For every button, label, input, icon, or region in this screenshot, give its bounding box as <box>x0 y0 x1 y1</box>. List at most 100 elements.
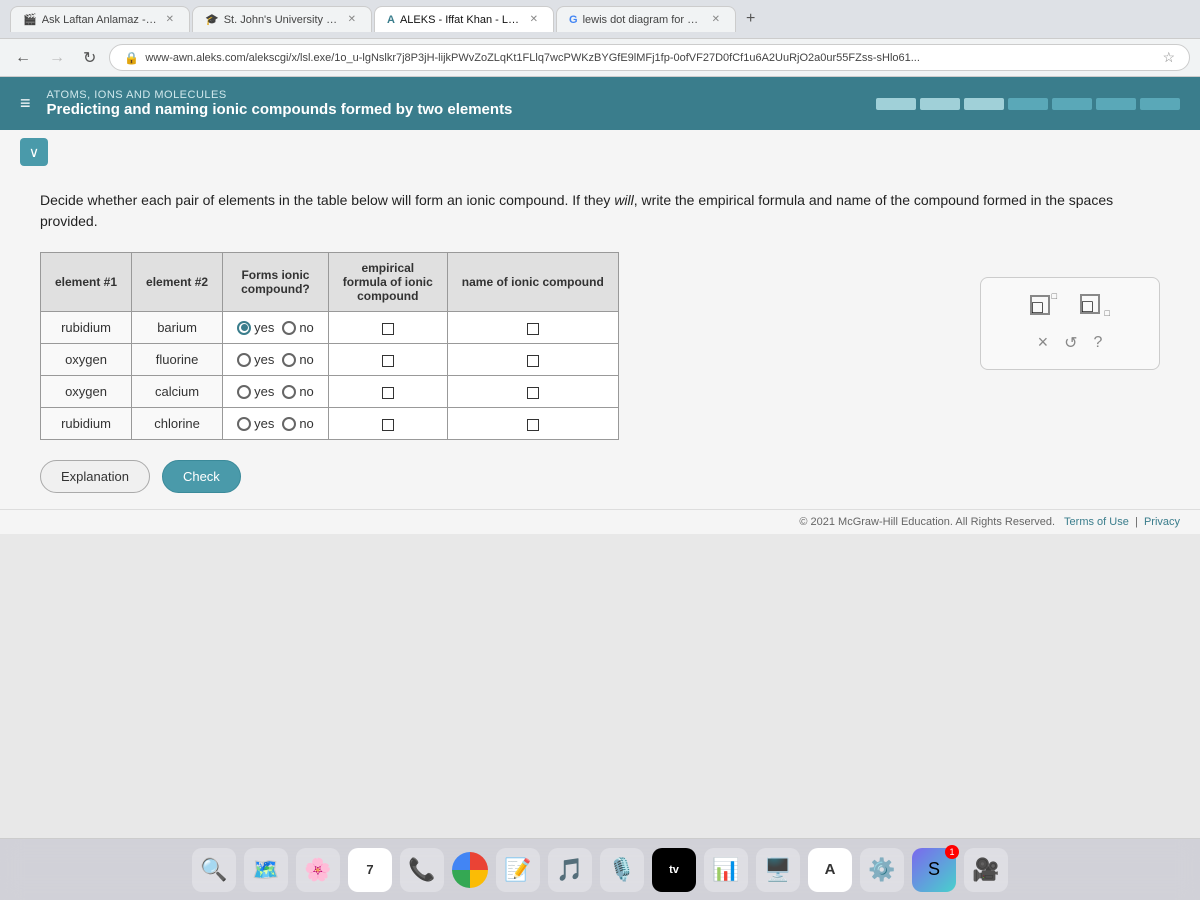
name-input-row2[interactable] <box>527 355 539 367</box>
col-header-el1: element #1 <box>41 253 132 312</box>
tab-2-close[interactable]: ✕ <box>345 13 359 26</box>
progress-bar <box>876 98 1180 110</box>
radio-no-row1[interactable]: no <box>282 320 313 335</box>
address-bar[interactable]: 🔒 www-awn.aleks.com/alekscgi/x/lsl.exe/1… <box>109 44 1190 71</box>
tab-4-favicon: G <box>569 14 578 26</box>
radio-yes-row2[interactable]: yes <box>237 352 274 367</box>
table-row: rubidium barium yes no <box>41 312 619 344</box>
progress-seg-2 <box>920 98 960 110</box>
empirical-input-row4[interactable] <box>382 419 394 431</box>
dock-display[interactable]: 🖥️ <box>756 848 800 892</box>
progress-seg-7 <box>1140 98 1180 110</box>
undo-icon[interactable]: ↺ <box>1064 333 1077 353</box>
radio-no-row2[interactable]: no <box>282 352 313 367</box>
dock-podcast[interactable]: 🎙️ <box>600 848 644 892</box>
superscript-box-2: □ □ <box>1080 294 1110 318</box>
hamburger-icon[interactable]: ≡ <box>20 93 31 114</box>
empirical-row3[interactable] <box>328 376 447 408</box>
tab-1[interactable]: 🎬 Ask Laftan Anlamaz - Episode ✕ <box>10 6 190 32</box>
tab-2-label: St. John's University - My App <box>224 14 340 26</box>
radio-no-circle-row2 <box>282 353 296 367</box>
dock-calendar[interactable]: 7 <box>348 848 392 892</box>
progress-seg-1 <box>876 98 916 110</box>
empirical-row1[interactable] <box>328 312 447 344</box>
dock-photos[interactable]: 🌸 <box>296 848 340 892</box>
superscript-1: □ <box>1052 291 1057 301</box>
cross-icon[interactable]: × <box>1038 332 1049 353</box>
col-header-empirical: empiricalformula of ioniccompound <box>328 253 447 312</box>
accordion-toggle[interactable]: ∨ <box>20 138 48 166</box>
name-input-row3[interactable] <box>527 387 539 399</box>
dock-camera[interactable]: 🎥 <box>964 848 1008 892</box>
radio-group-row3: yes no <box>237 384 314 399</box>
dock-settings[interactable]: ⚙️ <box>860 848 904 892</box>
el1-rubidium: rubidium <box>41 312 132 344</box>
name-row4[interactable] <box>447 408 618 440</box>
subscript-2: □ <box>1105 308 1110 318</box>
header-subtitle: ATOMS, IONS AND MOLECULES <box>47 89 513 101</box>
dock-chrome[interactable] <box>452 852 488 888</box>
tab-1-favicon: 🎬 <box>23 13 37 26</box>
radio-yes-row3[interactable]: yes <box>237 384 274 399</box>
radio-group-row2: yes no <box>237 352 314 367</box>
dock-appletv[interactable]: tv <box>652 848 696 892</box>
progress-seg-3 <box>964 98 1004 110</box>
feedback-icons-row: □ □ □ □ <box>1030 294 1110 318</box>
radio-yes-row4[interactable]: yes <box>237 416 274 431</box>
help-icon[interactable]: ? <box>1094 334 1103 352</box>
reload-button[interactable]: ↻ <box>78 46 101 70</box>
dock-stocks[interactable]: 📊 <box>704 848 748 892</box>
empirical-input-row2[interactable] <box>382 355 394 367</box>
empirical-row2[interactable] <box>328 344 447 376</box>
forward-button[interactable]: → <box>44 47 70 69</box>
tab-3[interactable]: A ALEKS - Iffat Khan - Learn ✕ <box>374 6 554 32</box>
radio-yes-row1[interactable]: yes <box>237 320 274 335</box>
feedback-actions: × ↺ ? <box>1038 332 1103 353</box>
radio-yes-circle-row3 <box>237 385 251 399</box>
check-button[interactable]: Check <box>162 460 241 493</box>
dock-font[interactable]: A <box>808 848 852 892</box>
el1-oxygen-1: oxygen <box>41 344 132 376</box>
empirical-row4[interactable] <box>328 408 447 440</box>
lock-icon: 🔒 <box>124 51 139 65</box>
dock-maps[interactable]: 🗺️ <box>244 848 288 892</box>
dock-notes[interactable]: 📝 <box>496 848 540 892</box>
empirical-input-row3[interactable] <box>382 387 394 399</box>
back-button[interactable]: ← <box>10 47 36 69</box>
radio-no-row4[interactable]: no <box>282 416 313 431</box>
radio-yes-circle-row1 <box>237 321 251 335</box>
tab-4[interactable]: G lewis dot diagram for B - Goog ✕ <box>556 6 736 32</box>
radio-row4: yes no <box>223 408 329 440</box>
radio-no-circle-row3 <box>282 385 296 399</box>
name-input-row1[interactable] <box>527 323 539 335</box>
name-row3[interactable] <box>447 376 618 408</box>
new-tab-button[interactable]: + <box>738 6 763 32</box>
tab-4-close[interactable]: ✕ <box>709 13 723 26</box>
dock-finder[interactable]: 🔍 <box>192 848 236 892</box>
box-icon-1: □ <box>1030 295 1050 315</box>
footer-terms[interactable]: Terms of Use <box>1064 516 1129 528</box>
tab-2[interactable]: 🎓 St. John's University - My App ✕ <box>192 6 372 32</box>
superscript-box-1: □ □ <box>1030 295 1050 318</box>
explanation-button[interactable]: Explanation <box>40 460 150 493</box>
name-input-row4[interactable] <box>527 419 539 431</box>
dock-facetime[interactable]: 📞 <box>400 848 444 892</box>
tab-3-close[interactable]: ✕ <box>527 13 541 26</box>
dock-music[interactable]: 🎵 <box>548 848 592 892</box>
radio-no-row3[interactable]: no <box>282 384 313 399</box>
name-row2[interactable] <box>447 344 618 376</box>
radio-yes-circle-row2 <box>237 353 251 367</box>
empirical-input-row1[interactable] <box>382 323 394 335</box>
tab-2-favicon: 🎓 <box>205 13 219 26</box>
tab-1-close[interactable]: ✕ <box>163 13 177 26</box>
progress-seg-6 <box>1096 98 1136 110</box>
name-row1[interactable] <box>447 312 618 344</box>
bookmark-icon[interactable]: ☆ <box>1162 49 1175 66</box>
el1-rubidium-2: rubidium <box>41 408 132 440</box>
main-wrapper: ≡ ATOMS, IONS AND MOLECULES Predicting a… <box>0 77 1200 838</box>
col-header-forms: Forms ioniccompound? <box>223 253 329 312</box>
tab-1-label: Ask Laftan Anlamaz - Episode <box>42 14 158 26</box>
dock-siri[interactable]: S 1 <box>912 848 956 892</box>
el2-fluorine: fluorine <box>132 344 223 376</box>
footer-privacy[interactable]: Privacy <box>1144 516 1180 528</box>
